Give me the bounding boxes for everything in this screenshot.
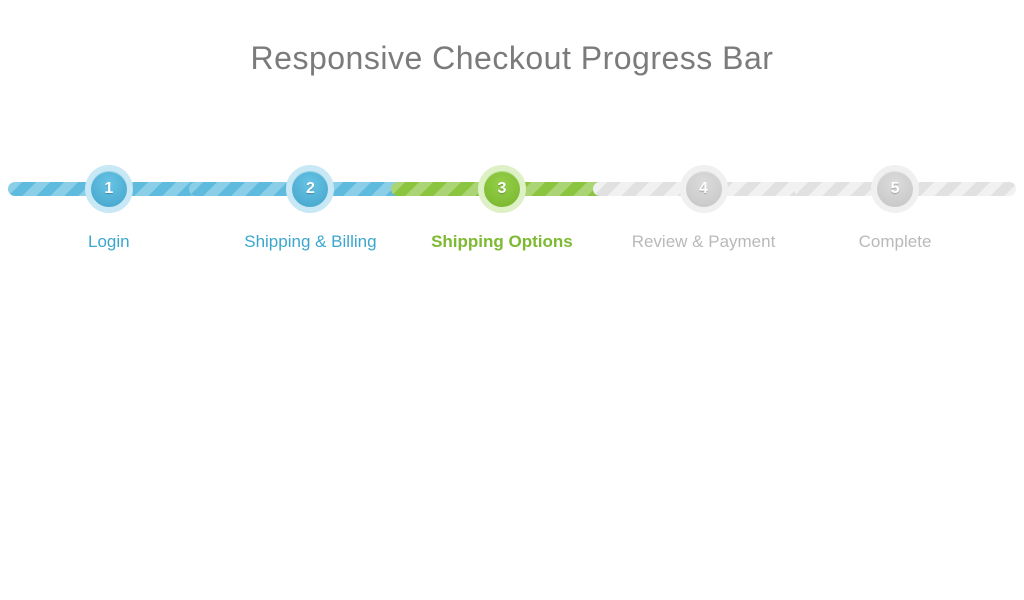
step-number: 5 bbox=[891, 180, 900, 198]
step-label-2[interactable]: Shipping & Billing bbox=[210, 232, 410, 252]
step-node-2[interactable]: 2 bbox=[286, 165, 334, 213]
step-label-3[interactable]: Shipping Options bbox=[402, 232, 602, 252]
step-label-5[interactable]: Complete bbox=[795, 232, 995, 252]
step-label-4[interactable]: Review & Payment bbox=[604, 232, 804, 252]
step-number: 4 bbox=[699, 180, 708, 198]
page-title: Responsive Checkout Progress Bar bbox=[0, 0, 1024, 77]
progress-labels: Login Shipping & Billing Shipping Option… bbox=[8, 232, 1016, 262]
progress-bar: 1 2 3 4 5 bbox=[8, 182, 1016, 196]
step-number: 2 bbox=[306, 180, 315, 198]
step-node-1[interactable]: 1 bbox=[85, 165, 133, 213]
step-node-5[interactable]: 5 bbox=[871, 165, 919, 213]
step-number: 3 bbox=[497, 180, 506, 198]
step-node-4[interactable]: 4 bbox=[680, 165, 728, 213]
step-number: 1 bbox=[104, 180, 113, 198]
step-node-3[interactable]: 3 bbox=[478, 165, 526, 213]
step-label-1[interactable]: Login bbox=[9, 232, 209, 252]
